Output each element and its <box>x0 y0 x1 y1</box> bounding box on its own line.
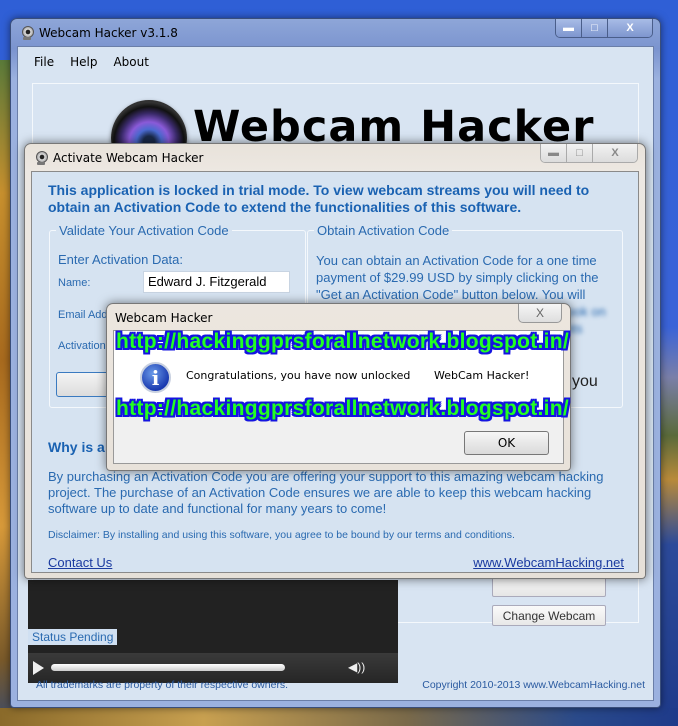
main-titlebar: Webcam Hacker v3.1.8 <box>21 23 178 43</box>
close-button[interactable]: X <box>593 144 637 162</box>
why-heading: Why is a <box>48 439 105 455</box>
info-icon: i <box>140 362 171 393</box>
name-label: Name: <box>58 277 91 289</box>
message-box: Webcam Hacker X i Congratulations, you h… <box>106 303 571 471</box>
main-window-controls: ▬ □ X <box>555 19 653 38</box>
minimize-button[interactable]: ▬ <box>541 144 567 162</box>
name-input[interactable]: Edward J. Fitzgerald <box>143 271 290 293</box>
message-text: Congratulations, you have now unlocked <box>186 369 411 382</box>
webcam-icon <box>21 26 34 40</box>
watermark-url-bottom: http://hackinggprsforallnetwork.blogspot… <box>116 397 570 420</box>
activate-window-controls: ▬ □ X <box>540 144 638 163</box>
watermark-url-top: http://hackinggprsforallnetwork.blogspot… <box>116 330 570 353</box>
contact-us-link[interactable]: Contact Us <box>48 555 112 570</box>
seek-bar[interactable] <box>51 664 285 671</box>
status-label: Status Pending <box>28 629 118 645</box>
change-webcam-button[interactable]: Change Webcam <box>492 605 606 626</box>
trial-locked-message: This application is locked in trial mode… <box>48 182 590 215</box>
main-window-title: Webcam Hacker v3.1.8 <box>39 26 178 40</box>
volume-icon[interactable]: ◀)) <box>348 660 365 674</box>
ok-button[interactable]: OK <box>464 431 549 455</box>
menu-file[interactable]: File <box>26 53 62 71</box>
obtain-text: You can obtain an Activation Code for a … <box>316 253 599 302</box>
activate-dialog-title: Activate Webcam Hacker <box>53 151 204 165</box>
play-icon[interactable] <box>33 661 44 675</box>
copyright-notice: Copyright 2010-2013 www.WebcamHacking.ne… <box>422 679 645 691</box>
trademark-notice: All trademarks are property of their res… <box>36 679 289 691</box>
disclaimer: Disclaimer: By installing and using this… <box>48 529 515 541</box>
menu-bar: File Help About <box>26 53 157 71</box>
message-box-close-button[interactable]: X <box>518 304 562 323</box>
email-label: Email Addr <box>58 309 112 321</box>
webcam-icon <box>35 151 48 165</box>
obtain-partial-text: you <box>572 373 598 390</box>
maximize-button[interactable]: □ <box>567 144 593 162</box>
menu-help[interactable]: Help <box>62 53 105 71</box>
menu-about[interactable]: About <box>105 53 156 71</box>
obtain-group-legend: Obtain Activation Code <box>314 223 453 238</box>
close-button[interactable]: X <box>608 19 652 37</box>
activation-label: Activation <box>58 340 106 352</box>
validate-group-legend: Validate Your Activation Code <box>56 223 232 238</box>
maximize-button[interactable]: □ <box>582 19 608 37</box>
enter-data-label: Enter Activation Data: <box>58 252 184 267</box>
website-link[interactable]: www.WebcamHacking.net <box>473 555 624 570</box>
message-box-title: Webcam Hacker <box>115 311 213 325</box>
message-box-client: i Congratulations, you have now unlocked… <box>113 330 569 464</box>
desktop-wallpaper-bottom <box>0 708 678 726</box>
minimize-button[interactable]: ▬ <box>556 19 582 37</box>
message-text-product: WebCam Hacker! <box>434 369 530 382</box>
purchase-explanation: By purchasing an Activation Code you are… <box>48 469 604 516</box>
activate-titlebar: Activate Webcam Hacker <box>35 148 203 168</box>
